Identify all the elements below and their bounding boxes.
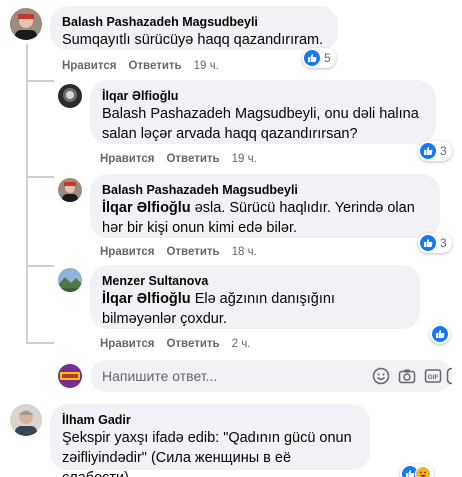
avatar-image (58, 268, 82, 292)
comment-actions: Нравится Ответить 19 ч. (62, 60, 231, 72)
avatar-image (10, 404, 42, 436)
reply-button[interactable]: Ответить (166, 338, 219, 350)
reply-button[interactable]: Ответить (166, 246, 219, 258)
comment-bubble: İlqar Əlfioğlu Balash Pashazadeh Magsudb… (90, 80, 436, 144)
thread-branch (26, 80, 54, 82)
gif-icon[interactable]: GIF (424, 367, 442, 385)
haha-icon (415, 466, 431, 477)
timestamp[interactable]: 18 ч. (232, 246, 257, 258)
sticker-icon[interactable] (446, 367, 452, 385)
comment-author[interactable]: İlham Gadir (62, 412, 358, 428)
current-user-avatar (58, 364, 82, 388)
mention-link[interactable]: İlqar Əlfioğlu (102, 200, 191, 216)
reply-box: GIF (90, 360, 452, 392)
emoji-icon[interactable] (372, 367, 390, 385)
avatar-image (10, 8, 42, 40)
comment-actions: Нравится Ответить 19 ч. (100, 153, 269, 165)
timestamp[interactable]: 19 ч. (194, 60, 219, 72)
comment-author[interactable]: Balash Pashazadeh Magsudbeyli (62, 14, 326, 30)
avatar[interactable] (58, 84, 82, 108)
like-icon (432, 326, 448, 342)
like-button[interactable]: Нравится (100, 153, 154, 165)
comment-author[interactable]: Balash Pashazadeh Magsudbeyli (102, 182, 428, 198)
comment-text: Şekspir yaxşı ifadə edib: "Qadının gücü … (62, 430, 352, 477)
timestamp[interactable]: 2 ч. (232, 338, 251, 350)
thread-branch (26, 342, 54, 344)
thread-branch (26, 176, 54, 178)
thread-branch (26, 265, 54, 267)
comment-bubble: Balash Pashazadeh Magsudbeyli İlqar Əlfi… (90, 174, 440, 238)
reaction-badge[interactable] (400, 464, 434, 477)
thread-line (26, 44, 28, 342)
like-icon (304, 50, 320, 66)
comment-bubble: İlham Gadir Şekspir yaxşı ifadə edib: "Q… (50, 404, 370, 477)
comment-actions: Нравится Ответить 18 ч. (100, 246, 269, 258)
mention-link[interactable]: İlqar Əlfioğlu (102, 291, 191, 307)
reaction-count: 5 (324, 51, 331, 65)
like-button[interactable]: Нравится (62, 60, 116, 72)
like-button[interactable]: Нравится (100, 246, 154, 258)
reply-button[interactable]: Ответить (128, 60, 181, 72)
comment-bubble: Balash Pashazadeh Magsudbeyli Sumqayıtlı… (50, 6, 338, 50)
reaction-badge[interactable] (430, 324, 450, 344)
comment-text: İlqar Əlfioğlu Elə ağzının danışığını bi… (102, 289, 408, 329)
like-button[interactable]: Нравится (100, 338, 154, 350)
avatar[interactable] (10, 404, 42, 436)
like-icon (420, 143, 436, 159)
comment-actions: Нравится Ответить 2 ч. (100, 338, 262, 350)
timestamp[interactable]: 19 ч. (232, 153, 257, 165)
reaction-badge[interactable]: 3 (418, 141, 452, 161)
like-icon (420, 235, 436, 251)
camera-icon[interactable] (398, 367, 416, 385)
comment-text: Sumqayıtlı sürücüyə haqq qazandırıram. (62, 32, 324, 48)
comment-text: İlqar Əlfioğlu əsla. Sürücü haqlıdır. Ye… (102, 198, 428, 238)
comment-author[interactable]: Menzer Sultanova (102, 273, 408, 289)
avatar[interactable] (58, 268, 82, 292)
comment-bubble: Menzer Sultanova İlqar Əlfioğlu Elə ağzı… (90, 265, 420, 329)
avatar-image (58, 84, 82, 108)
avatar[interactable] (10, 8, 42, 40)
reaction-badge[interactable]: 3 (418, 233, 452, 253)
reaction-badge[interactable]: 5 (302, 48, 336, 68)
comment-text: Balash Pashazadeh Magsudbeyli, onu dəli … (102, 106, 419, 142)
avatar-image (58, 178, 82, 202)
svg-text:GIF: GIF (428, 374, 439, 381)
avatar[interactable] (58, 178, 82, 202)
reaction-count: 3 (440, 236, 447, 250)
reply-input[interactable] (90, 360, 320, 392)
reaction-count: 3 (440, 144, 447, 158)
avatar-image (58, 364, 82, 388)
comment-author[interactable]: İlqar Əlfioğlu (102, 88, 424, 104)
reply-button[interactable]: Ответить (166, 153, 219, 165)
